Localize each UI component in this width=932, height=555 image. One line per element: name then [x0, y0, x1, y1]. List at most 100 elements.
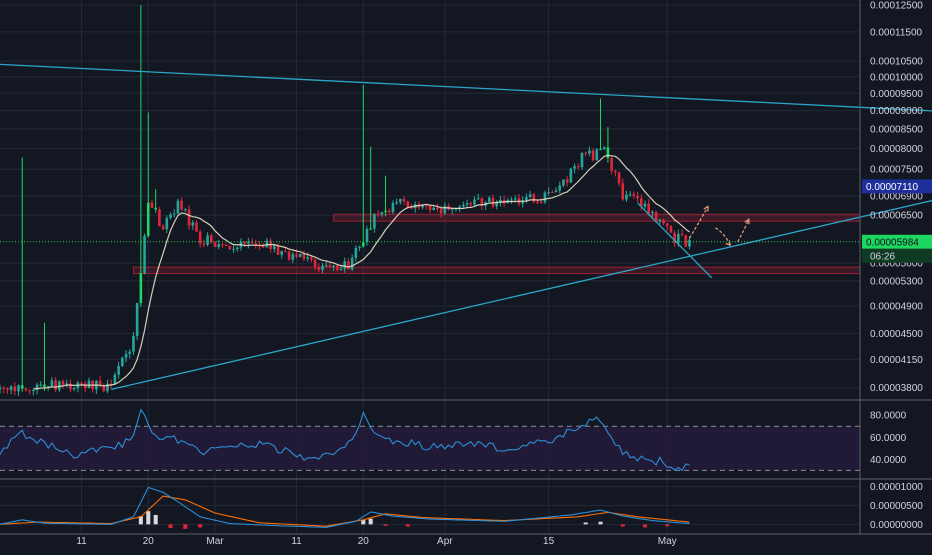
candle-body — [617, 172, 621, 184]
candle-body — [688, 239, 691, 247]
x-tick-label: 20 — [143, 536, 155, 547]
candle-body — [380, 211, 384, 215]
candle-body — [525, 197, 528, 201]
rsi-y-tick-label: 60.0000 — [870, 433, 907, 444]
macd-histogram-bar — [642, 524, 648, 528]
macd-histogram-bar — [146, 511, 151, 525]
candle-body — [406, 201, 410, 207]
macd-histogram-bar — [183, 524, 188, 529]
candle-body — [621, 183, 625, 200]
candle-body — [495, 202, 499, 207]
candle-body — [636, 195, 639, 199]
macd-histogram-bar — [198, 524, 203, 528]
candle-body — [643, 203, 647, 207]
candle-body — [32, 389, 35, 392]
candle-body — [428, 205, 432, 211]
candle-body — [387, 210, 391, 213]
macd-histogram-bar — [383, 524, 388, 526]
y-tick-label: 0.00008000 — [870, 144, 923, 155]
candle-body — [39, 384, 43, 386]
candle-body — [176, 200, 180, 214]
candle-body — [602, 147, 606, 150]
candle-body — [139, 273, 143, 304]
candle-body — [625, 194, 628, 200]
candle-body — [432, 207, 436, 211]
candle-body — [665, 223, 669, 227]
candle-body — [273, 245, 276, 249]
candle-body — [358, 246, 361, 248]
candle-body — [528, 194, 532, 198]
candle-body — [146, 202, 150, 236]
candle-body — [221, 244, 224, 246]
candle-body — [128, 351, 132, 354]
macd-histogram-bar — [368, 518, 373, 525]
candle-body — [150, 202, 154, 208]
candle-body — [72, 388, 76, 390]
candle-body — [43, 384, 46, 387]
candle-body — [554, 190, 558, 193]
y-tick-label: 0.00010000 — [870, 72, 923, 83]
candle-body — [69, 383, 72, 390]
candle-body — [58, 381, 61, 390]
candle-body — [165, 217, 169, 230]
candle-body — [61, 381, 65, 385]
chart-root[interactable]: 11 20 Mar 11 20 Apr 15 May 0.00012500 0.00011500 0… — [0, 0, 932, 550]
candle-body — [347, 261, 350, 270]
candle-body — [595, 149, 599, 161]
candle-body — [184, 209, 187, 211]
candle-body — [328, 265, 332, 268]
candle-body — [399, 199, 402, 203]
candle-body — [336, 265, 339, 270]
candle-body — [132, 336, 135, 352]
candle-body — [9, 386, 13, 391]
candle-body — [476, 198, 480, 200]
candle-body — [154, 207, 157, 210]
candle-body — [187, 209, 191, 226]
candle-body — [395, 202, 398, 204]
macd-y-tick-label: 0.00001000 — [870, 482, 923, 493]
candle-body — [473, 199, 476, 205]
candle-body — [439, 208, 443, 214]
candle-body — [424, 205, 428, 207]
candle-body — [206, 235, 209, 245]
x-tick-label: 15 — [543, 536, 555, 547]
candle-body — [373, 213, 376, 229]
candle-body — [436, 207, 439, 209]
y-tick-label: 0.00004900 — [870, 302, 923, 313]
candle-body — [488, 197, 491, 203]
candle-body — [599, 149, 602, 151]
candle-body — [224, 244, 228, 246]
y-tick-label: 0.00003800 — [870, 383, 923, 394]
candle-body — [295, 254, 298, 257]
candle-body — [169, 214, 172, 218]
chart-svg[interactable]: 11 20 Mar 11 20 Apr 15 May 0.00012500 0.00011500 0… — [0, 0, 932, 550]
candle-body — [191, 222, 195, 226]
y-tick-label: 0.00010500 — [870, 57, 923, 68]
x-tick-label: May — [658, 536, 677, 547]
y-tick-label: 0.00012500 — [870, 1, 923, 12]
x-tick-label: 20 — [358, 536, 370, 547]
x-tick-label: 11 — [76, 536, 87, 547]
candle-body — [465, 203, 469, 205]
candle-body — [276, 245, 280, 255]
candle-body — [313, 259, 317, 268]
candle-body — [543, 192, 547, 203]
countdown-label: 06:26 — [870, 251, 895, 262]
candle-body — [317, 267, 321, 270]
candle-body — [284, 251, 287, 253]
candle-body — [180, 200, 183, 210]
candle-body — [161, 226, 165, 230]
candle-body — [462, 204, 465, 207]
candle-body — [376, 213, 380, 215]
candle-body — [391, 203, 395, 213]
candle-body — [569, 168, 573, 183]
macd-histogram-bar — [168, 524, 173, 529]
candle-body — [324, 265, 328, 267]
candle-body — [684, 234, 688, 247]
candle-body — [662, 219, 665, 224]
candle-body — [536, 201, 539, 203]
candle-body — [291, 254, 295, 260]
candle-body — [539, 201, 543, 203]
candle-body — [113, 374, 117, 385]
candle-body — [580, 152, 584, 168]
